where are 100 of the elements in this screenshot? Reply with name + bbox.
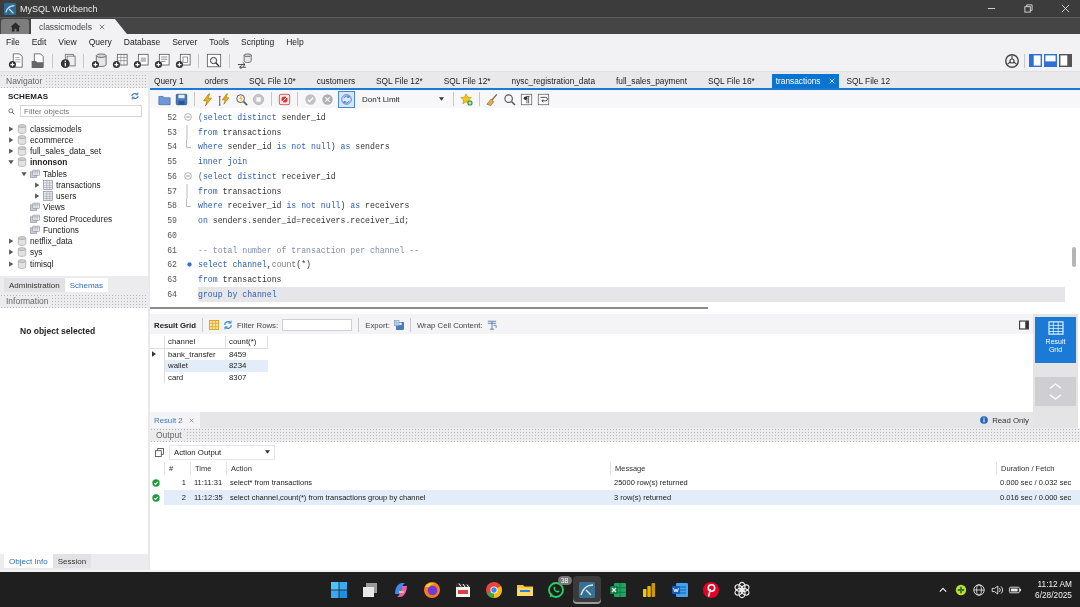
menu-item[interactable]: Help	[286, 37, 304, 47]
filter-input[interactable]: Filter objects	[20, 105, 142, 117]
query-tab[interactable]: SQL File 16*	[704, 74, 772, 88]
settings-icon[interactable]	[1004, 52, 1020, 69]
right-pane-toggle-icon[interactable]	[1059, 54, 1072, 67]
panel-tab[interactable]: Schemas	[64, 278, 109, 292]
line-number: 56	[166, 171, 177, 181]
broom-icon[interactable]	[486, 92, 499, 106]
tree-item[interactable]: Functions	[43, 224, 79, 235]
collapsed-arrow-icon[interactable]	[8, 125, 14, 132]
menu-item[interactable]: Edit	[31, 37, 47, 47]
query-tab[interactable]: full_sales_payment	[612, 74, 705, 88]
panel-plus-icon[interactable]	[175, 52, 191, 69]
collapsed-arrow-icon[interactable]	[34, 193, 40, 200]
collapsed-arrow-icon[interactable]	[8, 249, 14, 256]
star-plus-icon[interactable]	[460, 92, 473, 106]
collapsed-arrow-icon[interactable]	[8, 148, 14, 155]
menu-item[interactable]: File	[6, 37, 20, 47]
expanded-arrow-icon[interactable]	[21, 170, 27, 177]
database-icon	[17, 236, 27, 247]
table-plus-icon[interactable]	[112, 52, 128, 69]
tree-item[interactable]: netflix_data	[30, 236, 73, 247]
right-pane-toggle-icon[interactable]	[1019, 320, 1029, 330]
menu-item[interactable]: Server	[172, 37, 198, 47]
window-plus-icon[interactable]	[133, 52, 149, 69]
collapsed-arrow-icon[interactable]	[8, 260, 14, 267]
code-line: -- total number of transaction per channel --	[198, 244, 420, 257]
wrap-icon[interactable]	[537, 92, 550, 106]
chevron-down-icon	[1049, 394, 1062, 400]
copy-icon[interactable]	[155, 447, 164, 457]
menu-item[interactable]: Database	[123, 37, 161, 47]
code-line: where sender_id is not null) as senders	[198, 141, 390, 154]
panel-tab[interactable]: Session	[52, 554, 92, 568]
refresh-icon[interactable]	[130, 92, 140, 100]
collapsed-arrow-icon[interactable]	[8, 238, 14, 245]
tree-item[interactable]: transactions	[56, 179, 101, 190]
query-tab[interactable]: SQL File 12*	[439, 74, 508, 88]
refresh-icon[interactable]	[223, 320, 234, 330]
fold-line-icon	[186, 183, 188, 199]
magnifier-lightning-icon[interactable]	[235, 92, 248, 106]
list-plus-icon[interactable]	[154, 52, 170, 69]
prohibited-icon[interactable]	[278, 92, 291, 106]
lightning-icon[interactable]	[201, 92, 214, 106]
clock-date[interactable]: 6/28/2025	[1035, 590, 1072, 600]
bottom-pane-toggle-icon[interactable]	[1044, 54, 1057, 67]
expanded-arrow-icon[interactable]	[8, 159, 14, 166]
query-tab[interactable]: SQL File 12	[842, 74, 908, 88]
document-folder-icon[interactable]	[29, 52, 45, 69]
menu-item[interactable]: View	[58, 37, 77, 47]
tree-item[interactable]: classicmodels	[30, 123, 82, 134]
tree-item[interactable]: ecommerce	[30, 134, 74, 145]
chevron-up-icon	[1049, 383, 1062, 389]
tree-item[interactable]: full_sales_data_set	[30, 146, 102, 157]
info-icon[interactable]	[60, 52, 76, 69]
code-line: on senders.sender_id=receivers.receiver_id;	[198, 215, 410, 228]
app-tile-icon[interactable]	[572, 575, 601, 604]
collapsed-arrow-icon[interactable]	[8, 136, 14, 143]
save-icon[interactable]	[175, 92, 188, 106]
document-plus-icon[interactable]	[8, 52, 24, 69]
tree-item[interactable]: Views	[43, 202, 65, 213]
database-plus-icon[interactable]	[91, 52, 107, 69]
query-tab[interactable]: orders	[200, 74, 246, 88]
table-search-icon[interactable]	[206, 52, 222, 69]
menu-item[interactable]: Scripting	[241, 37, 275, 47]
code-line: where receiver_id is not null) as receivers	[198, 200, 410, 213]
left-pane-toggle-icon[interactable]	[1029, 54, 1042, 67]
export-icon[interactable]	[393, 320, 404, 330]
tree-item[interactable]: innonson	[30, 157, 68, 168]
restore-icon[interactable]	[1024, 4, 1033, 13]
panel-tab[interactable]: Administration	[4, 278, 65, 292]
filter-input[interactable]	[282, 319, 353, 331]
scrollbar-thumb[interactable]	[150, 307, 708, 309]
query-tab[interactable]: Query 1	[150, 74, 201, 88]
globe-icon[interactable]	[971, 581, 988, 598]
query-tab[interactable]: SQL File 10*	[245, 74, 313, 88]
connection-tab[interactable]: classicmodels	[31, 19, 127, 34]
tree-item[interactable]: users	[56, 191, 77, 202]
query-tab[interactable]: SQL File 12*	[372, 74, 440, 88]
tree-item[interactable]: Tables	[43, 168, 67, 179]
lightning-cursor-icon[interactable]	[218, 92, 231, 106]
tree-item[interactable]: timisql	[30, 258, 54, 269]
wrap-text-icon[interactable]	[486, 320, 497, 330]
scrollbar-thumb[interactable]	[1072, 247, 1076, 267]
query-tab[interactable]: transactions	[771, 74, 839, 88]
clock-time[interactable]: 11:12 AM	[1037, 579, 1072, 589]
close-icon[interactable]	[98, 23, 105, 30]
home-tab[interactable]	[1, 19, 29, 34]
menu-item[interactable]: Query	[88, 37, 112, 47]
panel-tab[interactable]: Object Info	[4, 554, 53, 568]
query-tab[interactable]: customers	[312, 74, 373, 88]
code-line: inner join	[198, 156, 248, 169]
menu-item[interactable]: Tools	[209, 37, 230, 47]
tree-item[interactable]: sys	[30, 247, 43, 258]
tree-item[interactable]: Stored Procedures	[43, 213, 113, 224]
collapsed-arrow-icon[interactable]	[34, 181, 40, 188]
query-tab[interactable]: nysc_registration_data	[507, 74, 612, 88]
search-icon[interactable]	[503, 92, 516, 106]
cycle-arrows-icon[interactable]	[338, 90, 355, 108]
paragraph-marks-icon[interactable]	[520, 92, 533, 106]
database-arrows-icon[interactable]	[237, 52, 253, 69]
